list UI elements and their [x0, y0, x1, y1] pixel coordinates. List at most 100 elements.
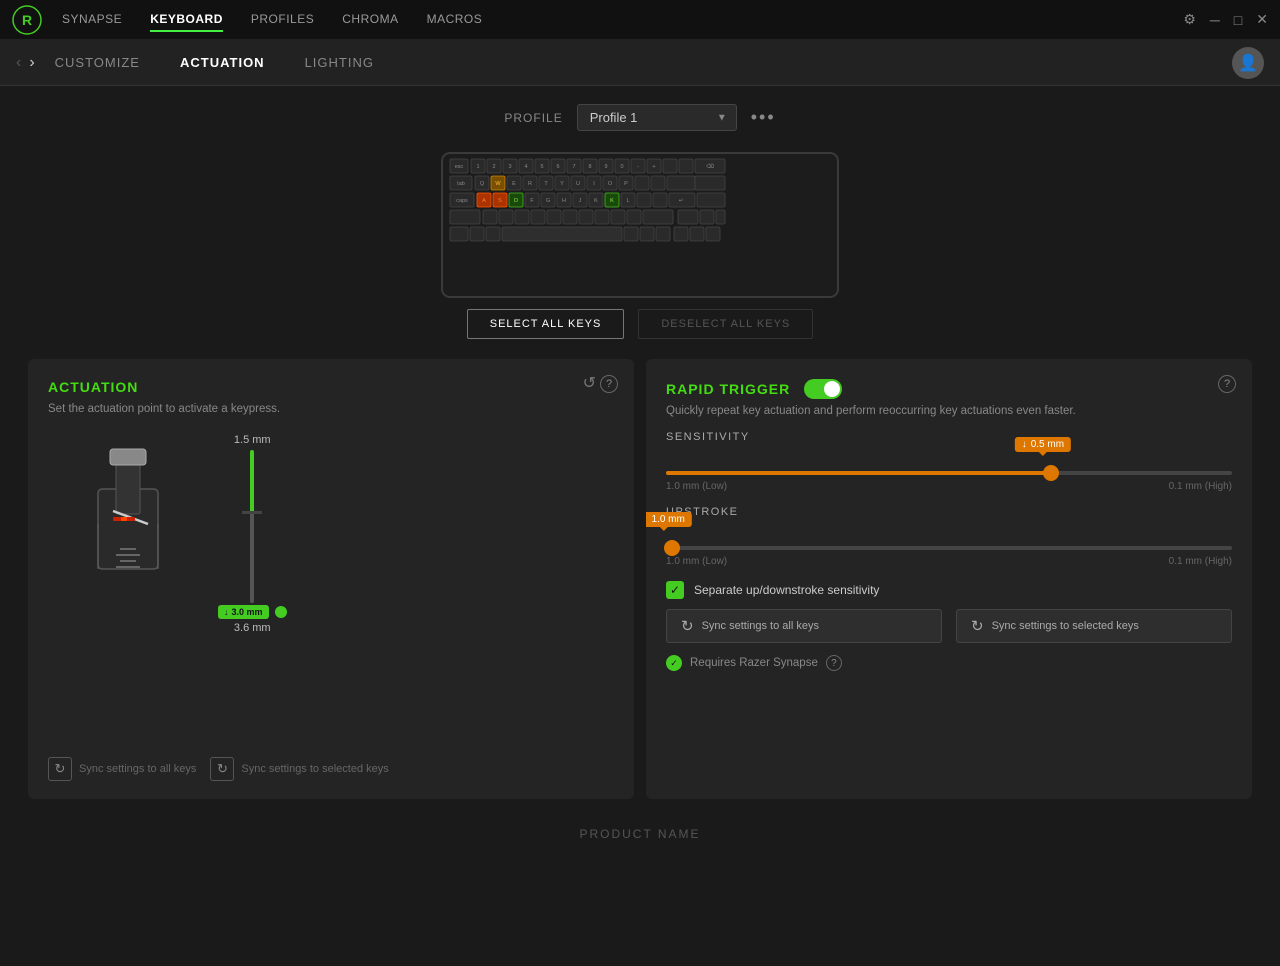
svg-text:6: 6 [556, 164, 559, 170]
nav-macros[interactable]: MACROS [427, 8, 483, 32]
rt-sync-all-icon: ↻ [681, 617, 694, 635]
svg-text:L: L [626, 198, 629, 204]
back-arrow-icon[interactable]: ‹ [16, 54, 21, 72]
svg-text:Y: Y [560, 181, 564, 187]
upstroke-min-label: 1.0 mm (Low) [666, 556, 727, 567]
svg-text:8: 8 [588, 164, 591, 170]
rt-sync-selected-label: Sync settings to selected keys [992, 620, 1139, 632]
upstroke-slider-labels: 1.0 mm (Low) 0.1 mm (High) [666, 556, 1232, 567]
svg-text:R: R [528, 181, 532, 187]
nav-synapse[interactable]: SYNAPSE [62, 8, 122, 32]
upstroke-slider-container: ↑1.0 mm 1.0 mm (Low) 0.1 mm (High) [666, 546, 1232, 567]
actuation-sync-row: ↻ Sync settings to all keys ↻ Sync setti… [48, 757, 614, 781]
keyboard-svg: esc 123 456 789 0-+ ⌫ tab Q W ERT YUI OP… [440, 151, 840, 299]
svg-text:+: + [652, 164, 655, 170]
profile-dropdown[interactable]: Profile 1 Profile 2 Profile 3 [577, 104, 737, 131]
deselect-all-keys-button[interactable]: DESELECT ALL KEYS [638, 309, 813, 339]
key-select-buttons: SELECT ALL KEYS DESELECT ALL KEYS [0, 309, 1280, 339]
svg-text:W: W [495, 181, 501, 187]
sensitivity-fill [666, 471, 1051, 475]
sensitivity-thumb[interactable]: ↓0.5 mm [1043, 465, 1059, 481]
close-icon[interactable]: ✕ [1256, 11, 1268, 28]
product-name-row: PRODUCT NAME [0, 799, 1280, 851]
tab-customize[interactable]: CUSTOMIZE [55, 55, 140, 70]
maximize-icon[interactable]: □ [1234, 12, 1242, 28]
rt-sync-all-button[interactable]: ↻ Sync settings to all keys [666, 609, 942, 643]
sub-nav: CUSTOMIZE ACTUATION LIGHTING [55, 55, 1232, 70]
sensitivity-min-label: 1.0 mm (Low) [666, 481, 727, 492]
svg-text:tab: tab [457, 181, 465, 187]
rt-sync-selected-icon: ↻ [971, 617, 984, 635]
svg-text:0: 0 [620, 164, 623, 170]
svg-text:K: K [594, 198, 598, 204]
top-nav: R SYNAPSE KEYBOARD PROFILES CHROMA MACRO… [0, 0, 1280, 40]
svg-text:caps: caps [456, 198, 468, 204]
actuation-help-icon[interactable]: ? [600, 375, 618, 393]
sync-selected-icon: ↻ [210, 757, 234, 781]
svg-text:esc: esc [455, 164, 464, 170]
upstroke-thumb[interactable]: ↑1.0 mm [664, 540, 680, 556]
sensitivity-tooltip: ↓0.5 mm [1015, 437, 1071, 452]
forward-arrow-icon[interactable]: › [29, 54, 34, 72]
svg-text:↵: ↵ [679, 198, 684, 204]
nav-chroma[interactable]: CHROMA [342, 8, 398, 32]
razer-synapse-icon: ✓ [666, 655, 682, 671]
svg-text:9: 9 [604, 164, 607, 170]
settings-icon[interactable]: ⚙ [1183, 11, 1196, 28]
actuation-bottom-tag: ↓3.0 mm [218, 605, 269, 619]
sensitivity-track: ↓0.5 mm [666, 471, 1232, 475]
actuation-panel-title: ACTUATION [48, 379, 614, 395]
svg-text:A: A [482, 198, 486, 204]
svg-text:K: K [610, 198, 614, 204]
window-controls: ⚙ ─ □ ✕ [1183, 11, 1268, 28]
rapid-trigger-panel: ? RAPID TRIGGER Quickly repeat key actua… [646, 359, 1252, 799]
separate-sensitivity-row: ✓ Separate up/downstroke sensitivity [666, 581, 1232, 599]
svg-text:D: D [514, 198, 518, 204]
user-avatar[interactable]: 👤 [1232, 47, 1264, 79]
svg-text:H: H [562, 198, 566, 204]
tab-lighting[interactable]: LIGHTING [305, 55, 374, 70]
rapid-trigger-header: RAPID TRIGGER [666, 379, 1232, 399]
profile-row: PROFILE Profile 1 Profile 2 Profile 3 ▼ … [0, 86, 1280, 141]
tab-actuation[interactable]: ACTUATION [180, 55, 265, 70]
sensitivity-label: SENSITIVITY [666, 431, 1232, 443]
actuation-panel-desc: Set the actuation point to activate a ke… [48, 403, 614, 415]
profile-more-button[interactable]: ••• [751, 107, 776, 128]
razer-synapse-help-icon[interactable]: ? [826, 655, 842, 671]
upstroke-track: ↑1.0 mm [666, 546, 1232, 550]
sensitivity-slider-container: ↓0.5 mm 1.0 mm (Low) 0.1 mm (High) [666, 471, 1232, 492]
sensitivity-slider-labels: 1.0 mm (Low) 0.1 mm (High) [666, 481, 1232, 492]
rapid-trigger-toggle[interactable] [804, 379, 842, 399]
actuation-sync-all-button[interactable]: ↻ Sync settings to all keys [48, 757, 196, 781]
svg-text:S: S [498, 198, 502, 204]
razer-synapse-row: ✓ Requires Razer Synapse ? [666, 655, 1232, 671]
actuation-sync-selected-button[interactable]: ↻ Sync settings to selected keys [210, 757, 388, 781]
nav-profiles[interactable]: PROFILES [251, 8, 314, 32]
profile-label: PROFILE [504, 111, 562, 125]
switch-diagram [68, 429, 188, 604]
second-nav: ‹ › CUSTOMIZE ACTUATION LIGHTING 👤 [0, 40, 1280, 86]
svg-text:G: G [546, 198, 550, 204]
rt-sync-selected-button[interactable]: ↻ Sync settings to selected keys [956, 609, 1232, 643]
upstroke-label: UPSTROKE [666, 506, 1232, 518]
sync-all-label: Sync settings to all keys [79, 763, 196, 775]
rapid-trigger-title: RAPID TRIGGER [666, 381, 790, 397]
settings-panels: ACTUATION Set the actuation point to act… [0, 359, 1280, 799]
sync-all-icon: ↻ [48, 757, 72, 781]
sync-selected-label: Sync settings to selected keys [241, 763, 388, 775]
razer-logo: R [12, 5, 42, 35]
nav-keyboard[interactable]: KEYBOARD [150, 8, 223, 32]
svg-text:1: 1 [476, 164, 479, 170]
minimize-icon[interactable]: ─ [1210, 12, 1220, 28]
main-nav: SYNAPSE KEYBOARD PROFILES CHROMA MACROS [62, 8, 1183, 32]
separate-sensitivity-checkbox[interactable]: ✓ [666, 581, 684, 599]
nav-arrows: ‹ › [16, 54, 35, 72]
product-name: PRODUCT NAME [579, 827, 700, 841]
rapid-trigger-help-icon[interactable]: ? [1218, 375, 1236, 393]
svg-text:O: O [608, 181, 613, 187]
svg-text:Q: Q [480, 181, 485, 187]
select-all-keys-button[interactable]: SELECT ALL KEYS [467, 309, 625, 339]
actuation-reset-icon[interactable]: ↺ [583, 373, 596, 393]
svg-text:U: U [576, 181, 580, 187]
toggle-knob [824, 381, 840, 397]
